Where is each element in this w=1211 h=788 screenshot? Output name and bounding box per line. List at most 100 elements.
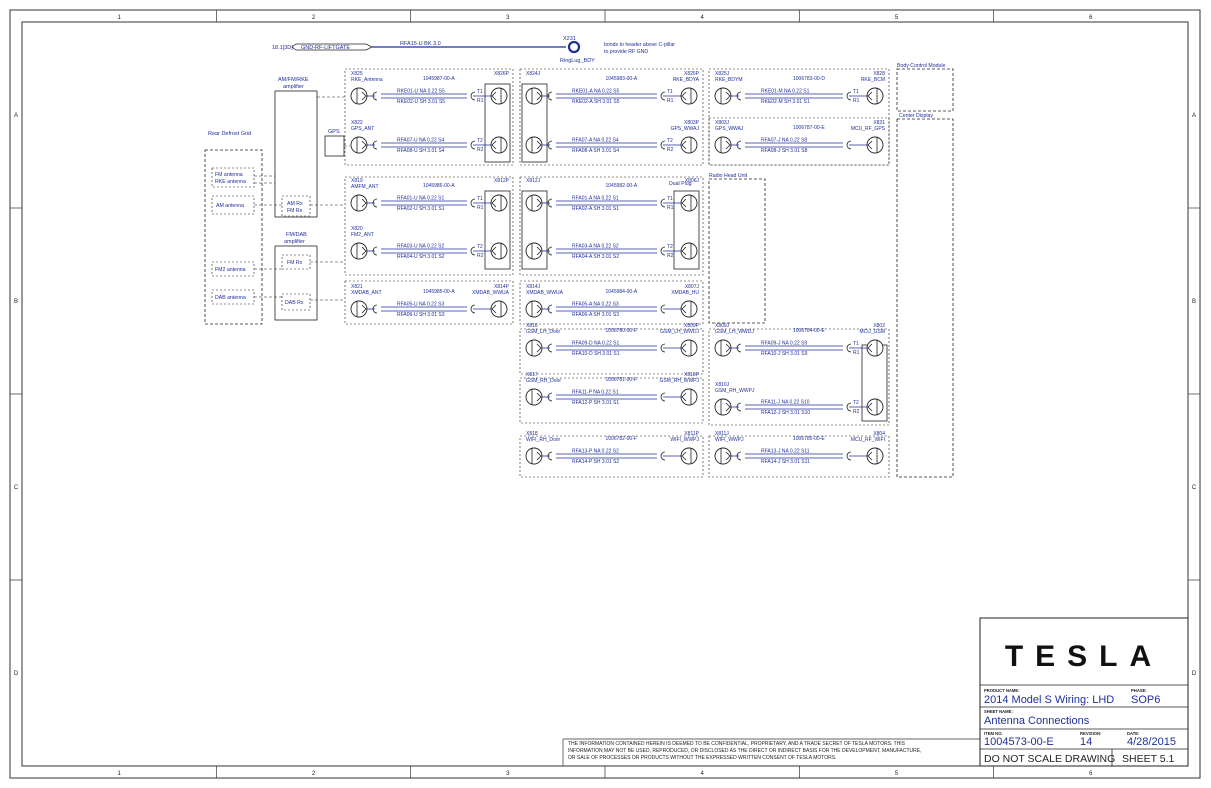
coax-connector-icon — [525, 194, 543, 212]
coax-connector-icon — [350, 136, 368, 154]
terminal-label-r: R1 — [667, 205, 674, 211]
right-connector-name: XMDAB_WWUA — [472, 290, 510, 296]
coax-connector-icon — [866, 398, 884, 416]
coax-connector-icon — [490, 87, 508, 105]
left-connector-name: GSM_LH_Door — [526, 329, 561, 335]
left-connector-name: WIFI_WWPJ — [715, 437, 744, 443]
terminal-label-t: T2 — [853, 400, 859, 406]
am-rx-label: AM Rx — [287, 201, 303, 207]
coax-connector-icon — [680, 388, 698, 406]
wire-label-signal: RFA05-U NA 0.22 S3 — [397, 302, 444, 308]
terminal-label-r: R2 — [477, 253, 484, 259]
right-connector-name: WIFI_WWPJ — [670, 437, 699, 443]
col-label-bottom: 4 — [700, 771, 704, 777]
terminal-label-r: R2 — [477, 147, 484, 153]
left-connector-name: WIFI_RH_Door — [526, 437, 561, 443]
rf-ref-label: 18.1[3D] — [272, 45, 293, 51]
coax-connector-icon — [525, 339, 543, 357]
harness-row: 1006787-00-EX803JGPS_WWAJX831MCU_RF_GPSR… — [714, 120, 886, 154]
ring-lug-icon — [567, 40, 581, 54]
terminal-label-t: T2 — [667, 244, 673, 250]
harness-part-number: 1045984-00-A — [606, 289, 638, 295]
wire-label-signal: RFA09-J NA 0.22 S9 — [761, 341, 807, 347]
coax-connector-icon — [490, 194, 508, 212]
col-label-bottom: 5 — [895, 771, 899, 777]
row-label-left: D — [14, 671, 19, 677]
coax-connector-icon — [680, 447, 698, 465]
col-label-bottom: 3 — [506, 771, 510, 777]
left-dashed-links — [254, 96, 350, 301]
harness-row: 1006784-00-EX809JGSM_LH_WWDJX802MCU_GSMR… — [714, 323, 885, 357]
harness-row: X820FM2_ANTRFA03-U NA 0.22 S2RFA04-U SH … — [350, 226, 508, 260]
terminal-label-r: R1 — [853, 98, 860, 104]
title-block: TESLA PRODUCT NAME: 2014 Model S Wiring:… — [979, 617, 1189, 767]
row-label-right: D — [1192, 671, 1197, 677]
col-label-bottom: 1 — [117, 771, 121, 777]
terminal-label-r: R1 — [667, 98, 674, 104]
harness-part-number: 1006782-00-F — [606, 436, 637, 442]
terminal-label-r: R2 — [667, 147, 674, 153]
harness-row: X803PGPS_WWAJRFA07-A NA 0.22 S4RFA08-A S… — [525, 120, 700, 154]
harness-row: 1006785-00-EX811JWIFI_WWPJX804MCU_RF_WIF… — [714, 431, 885, 465]
wire-label-shield: RFA08-J SH 3.01 S8 — [761, 148, 808, 154]
wiring-schematic-sheet: 1 1 2 2 3 3 4 4 5 5 6 6 A A B B C C D D 18.1[3D] GND-RF-LI… — [9, 9, 1201, 779]
row-label-left: B — [14, 299, 18, 305]
left-connector-name: RKE_BDYM — [715, 77, 743, 83]
harness-layer: 1045987-00-AX825RKE_AntennaX826PRKE01-U … — [344, 68, 890, 478]
harness-row: 1006783-00-DX825JRKE_BDYMX828RKE_BCMRKE0… — [714, 71, 885, 105]
wire-label-signal: RFA11-P NA 0.22 S1 — [572, 390, 619, 396]
rke-antenna-label: RKE antenna — [215, 179, 246, 185]
right-connector-name: RKE_BCM — [861, 77, 885, 83]
left-connector-id: X824J — [526, 71, 541, 77]
coax-connector-icon — [714, 87, 732, 105]
wire-label-signal: RKE01-M NA 0.22 S1 — [761, 89, 810, 95]
wire-label-shield: RFA12-P SH 3.01 S1 — [572, 400, 619, 406]
col-label-top: 3 — [506, 15, 510, 21]
wire-label-signal: RFA05-A NA 0.22 S3 — [572, 302, 619, 308]
harness-part-number: 1045987-00-A — [423, 76, 455, 82]
left-connector-name: GSM_RH_Door — [526, 378, 561, 384]
left-connector-name: GSM_RH_WWPJ — [715, 388, 755, 394]
harness-row: 1045984-00-AX814JXMDAB_WWUAX807JXMDAB_HU… — [525, 284, 699, 318]
terminal-label-r: R1 — [853, 350, 860, 356]
coax-connector-icon — [680, 242, 698, 260]
left-connector-name: XMDAB_WWUA — [526, 290, 564, 296]
harness-part-number: 1045983-00-A — [606, 76, 638, 82]
wire-label-shield: RFA08-U SH 3.01 S4 — [397, 148, 445, 154]
wire-label-shield: RFA04-U SH 3.01 S2 — [397, 254, 445, 260]
item-number: 1004573-00-E — [984, 736, 1054, 748]
coax-connector-icon — [680, 339, 698, 357]
coax-connector-icon — [525, 136, 543, 154]
row-label-right: C — [1192, 485, 1197, 491]
col-label-top: 1 — [117, 15, 121, 21]
terminal-label-t: T1 — [477, 196, 483, 202]
date-value: 4/28/2015 — [1127, 736, 1176, 748]
harness-row: 1045987-00-AX825RKE_AntennaX826PRKE01-U … — [350, 71, 510, 105]
sheet-number: SHEET 5.1 — [1122, 753, 1174, 765]
coax-connector-icon — [866, 339, 884, 357]
col-label-bottom: 2 — [312, 771, 316, 777]
am-antenna-label: AM antenna — [216, 203, 244, 209]
col-label-top: 6 — [1089, 15, 1093, 21]
wire-label-signal: RKE01-U NA 0.22 S5 — [397, 89, 445, 95]
right-connector-id: X826P — [494, 71, 510, 77]
harness-part-number: 1006784-00-E — [793, 328, 825, 334]
right-connector-name: GPS_WWAJ — [671, 126, 700, 132]
coax-connector-icon — [714, 136, 732, 154]
harness-row: X810JGSM_RH_WWPJRFA11-J NA 0.22 S10RFA12… — [714, 382, 884, 416]
wire-label-shield: RFA02-U SH 3.01 S1 — [397, 206, 445, 212]
coax-connector-icon — [680, 136, 698, 154]
harness-part-number: 1006780-00-F — [606, 328, 637, 334]
left-connector-name: GSM_LH_WWDJ — [715, 329, 754, 335]
harness-part-number: 1045986-00-A — [423, 183, 455, 189]
x231-id: X231 — [563, 36, 576, 42]
rf-note-2: to provide RF GND — [604, 49, 648, 55]
harness-row: 1045985-00-AX821XMDAB_ANTX814PXMDAB_WWUA… — [350, 284, 510, 318]
harness-part-number: 1045982-00-A — [606, 183, 638, 189]
terminal-label-r: R2 — [853, 409, 860, 415]
right-connector-name: GSM_RH_WWPJ — [660, 378, 700, 384]
rfa15-wire-label: RFA15-U BK 3.0 — [400, 41, 441, 47]
fm-rx-label: FM Rx — [287, 208, 303, 214]
coax-connector-icon — [866, 447, 884, 465]
wire-label-signal: RFA01-A NA 0.22 S1 — [572, 196, 619, 202]
